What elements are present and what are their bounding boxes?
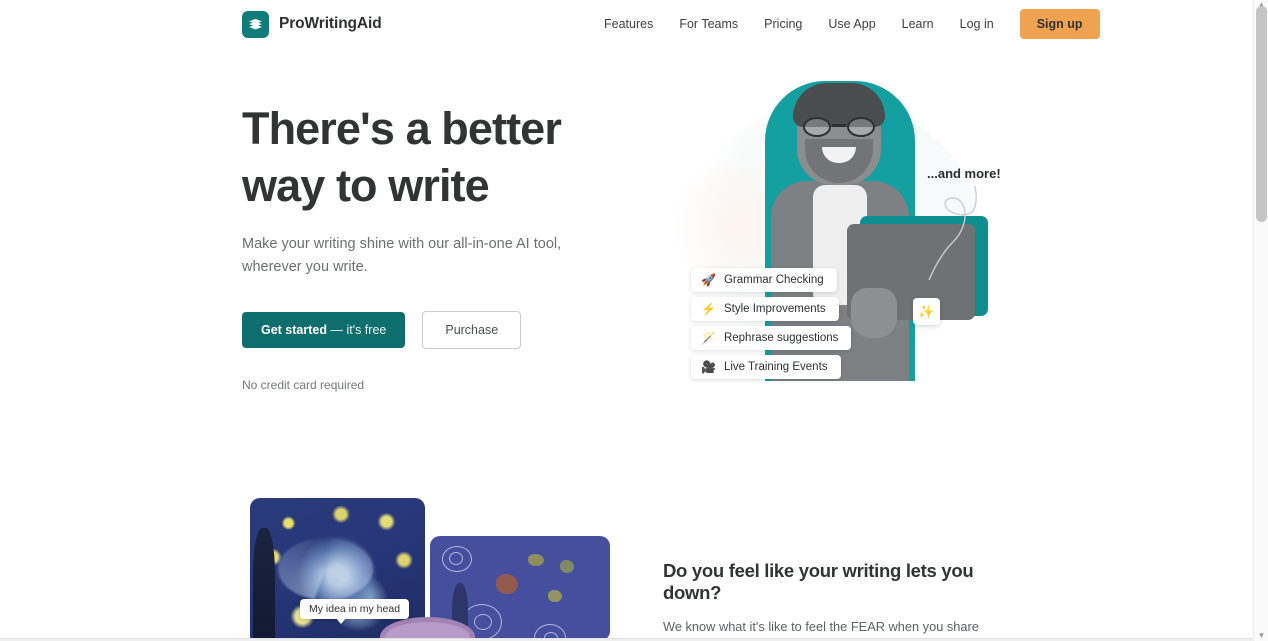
no-credit-card-note: No credit card required bbox=[242, 378, 365, 392]
movie-camera-icon: 🎥 bbox=[701, 360, 716, 374]
feature-chip-label: Style Improvements bbox=[723, 303, 826, 315]
sparkles-badge: ✨ bbox=[913, 298, 940, 325]
hero-title: There's a better way to write bbox=[242, 100, 602, 214]
lower-copy: Do you feel like your writing lets you d… bbox=[663, 560, 1023, 641]
nav-item-features[interactable]: Features bbox=[604, 0, 666, 48]
sign-up-button[interactable]: Sign up bbox=[1019, 9, 1100, 39]
get-started-sublabel: — it's free bbox=[327, 323, 387, 337]
swirl-shape bbox=[449, 552, 463, 565]
prowritingaid-logo-icon bbox=[242, 10, 269, 38]
rocket-icon: 🚀 bbox=[701, 273, 716, 287]
brand-logo[interactable]: ProWritingAid bbox=[242, 10, 382, 38]
vertical-scrollbar[interactable]: ▲ ▼ bbox=[1253, 0, 1268, 641]
swirl-shape bbox=[474, 614, 492, 630]
feature-chip-grammar-checking: 🚀 Grammar Checking bbox=[691, 268, 837, 292]
magic-wand-icon: 🪄 bbox=[701, 331, 716, 345]
nav-item-log-in[interactable]: Log in bbox=[947, 0, 1007, 48]
purchase-button[interactable]: Purchase bbox=[422, 311, 522, 349]
glasses-bridge bbox=[832, 124, 846, 127]
nav-item-for-teams[interactable]: For Teams bbox=[666, 0, 751, 48]
feature-chip-label: Rephrase suggestions bbox=[723, 332, 839, 344]
curved-pointer-line bbox=[928, 185, 977, 281]
glasses-lens-right bbox=[847, 117, 875, 137]
lower-section-title: Do you feel like your writing lets you d… bbox=[663, 560, 974, 603]
feature-chip-label: Grammar Checking bbox=[723, 274, 824, 286]
feature-chip-rephrase-suggestions: 🪄 Rephrase suggestions bbox=[691, 326, 852, 350]
idea-caption: My idea in my head bbox=[300, 599, 410, 624]
glasses-icon bbox=[803, 117, 875, 137]
star-shape bbox=[560, 560, 574, 573]
feature-chip-label: Live Training Events bbox=[723, 361, 828, 373]
comparison-illustration: My idea in my head bbox=[250, 498, 630, 641]
glasses-lens-left bbox=[803, 117, 831, 137]
star-shape bbox=[548, 590, 562, 602]
get-started-button[interactable]: Get started — it's free bbox=[242, 312, 406, 348]
browser-viewport: ProWritingAid Features For Teams Pricing… bbox=[0, 0, 1268, 641]
hero-title-line-2: way to write bbox=[242, 160, 490, 211]
sparkles-icon: ✨ bbox=[918, 303, 935, 319]
hero-illustration: 🚀 Grammar Checking ⚡ Style Improvements … bbox=[655, 56, 1025, 436]
nav-item-pricing[interactable]: Pricing bbox=[751, 0, 815, 48]
hero-copy: There's a better way to write Make your … bbox=[242, 100, 602, 392]
hero-cta-group: Get started — it's free Purchase bbox=[242, 311, 602, 349]
main-navigation: Features For Teams Pricing Use App Learn… bbox=[604, 0, 1100, 48]
get-started-label: Get started bbox=[261, 323, 327, 337]
and-more-annotation: ...and more! bbox=[927, 166, 1001, 181]
lower-section: My idea in my head Do you feel like your… bbox=[0, 498, 1253, 641]
hero-subtitle: Make your writing shine with our all-in-… bbox=[242, 236, 562, 275]
person-hand bbox=[851, 288, 897, 338]
feature-chip-style-improvements: ⚡ Style Improvements bbox=[691, 297, 839, 321]
nav-item-learn[interactable]: Learn bbox=[889, 0, 947, 48]
lightning-bolt-icon: ⚡ bbox=[701, 302, 716, 316]
sun-shape bbox=[496, 574, 518, 594]
cypress-shape bbox=[253, 528, 275, 641]
scrollbar-thumb[interactable] bbox=[1256, 6, 1267, 222]
hero-title-line-1: There's a better bbox=[242, 103, 562, 154]
page-content: ProWritingAid Features For Teams Pricing… bbox=[0, 0, 1253, 641]
star-shape bbox=[528, 554, 544, 566]
feature-chip-list: 🚀 Grammar Checking ⚡ Style Improvements … bbox=[691, 268, 852, 379]
feature-chip-live-training-events: 🎥 Live Training Events bbox=[691, 355, 841, 379]
site-header: ProWritingAid Features For Teams Pricing… bbox=[0, 0, 1253, 48]
scroll-down-arrow-icon[interactable]: ▼ bbox=[1257, 631, 1266, 640]
brand-name: ProWritingAid bbox=[279, 15, 382, 32]
starry-swirl bbox=[278, 538, 373, 600]
hero-section: There's a better way to write Make your … bbox=[0, 48, 1253, 498]
nav-item-use-app[interactable]: Use App bbox=[815, 0, 888, 48]
